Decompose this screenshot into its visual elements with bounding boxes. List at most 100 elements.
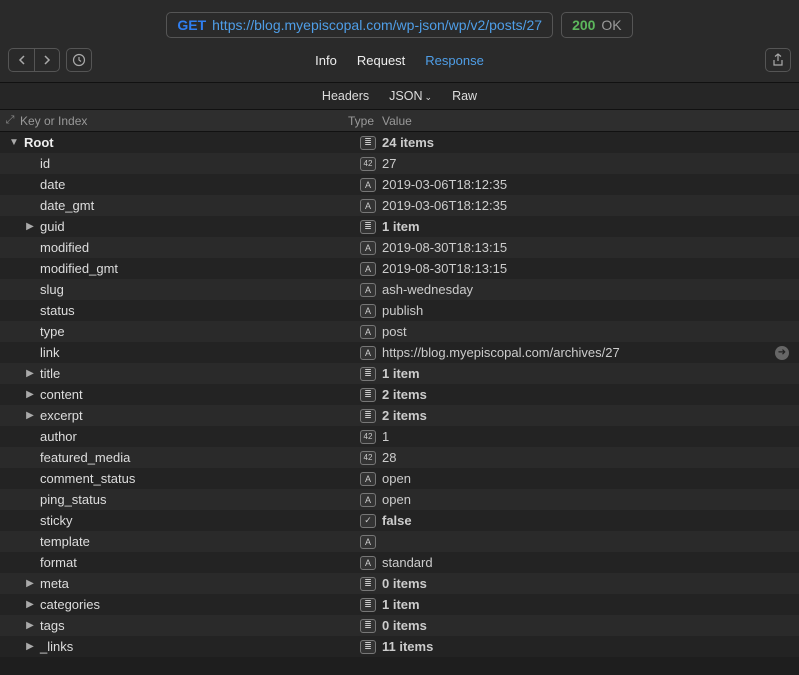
tree-row[interactable]: ▶_links≣11 items <box>0 636 799 657</box>
tree-row[interactable]: typeApost <box>0 321 799 342</box>
tree-row[interactable]: comment_status Aopen <box>0 468 799 489</box>
disclosure-icon[interactable]: ▶ <box>24 641 36 652</box>
disclosure-icon[interactable]: ▶ <box>24 620 36 631</box>
key-label: status <box>40 303 75 318</box>
col-type-label: Type <box>348 114 378 128</box>
tree-row[interactable]: modified_gmtA2019-08-30T18:13:15 <box>0 258 799 279</box>
value-label: 28 <box>378 450 799 465</box>
type-badge: A <box>360 493 376 507</box>
value-label: 0 items <box>378 576 799 591</box>
tree-row[interactable]: ping_statusAopen <box>0 489 799 510</box>
tree-row[interactable]: ▶tags≣0 items <box>0 615 799 636</box>
tree-row[interactable]: ▶excerpt≣2 items <box>0 405 799 426</box>
filter-icon[interactable]: ⤢ <box>0 114 20 127</box>
value-label: 2019-08-30T18:13:15 <box>378 261 799 276</box>
forward-button[interactable] <box>34 48 60 72</box>
key-label: date <box>40 177 65 192</box>
type-badge: A <box>360 472 376 486</box>
type-badge: A <box>360 346 376 360</box>
type-badge: A <box>360 556 376 570</box>
tree-row[interactable]: author421 <box>0 426 799 447</box>
value-label: 1 item <box>378 366 799 381</box>
type-badge: A <box>360 283 376 297</box>
tree-row[interactable]: dateA2019-03-06T18:12:35 <box>0 174 799 195</box>
tree-row[interactable]: status Apublish <box>0 300 799 321</box>
value-label: open <box>378 492 799 507</box>
key-label: categories <box>40 597 100 612</box>
disclosure-icon[interactable]: ▶ <box>24 578 36 589</box>
subtab-headers[interactable]: Headers <box>322 89 369 103</box>
value-label: https://blog.myepiscopal.com/archives/27… <box>378 345 799 360</box>
key-label: id <box>40 156 50 171</box>
type-badge: A <box>360 199 376 213</box>
type-badge: 42 <box>360 451 376 465</box>
key-label: type <box>40 324 65 339</box>
value-label: 1 item <box>378 597 799 612</box>
disclosure-icon[interactable]: ▶ <box>24 599 36 610</box>
value-label: 2 items <box>378 408 799 423</box>
open-link-icon[interactable]: ➜ <box>775 346 789 360</box>
tree-row[interactable]: ▶content≣2 items <box>0 384 799 405</box>
subtab-raw[interactable]: Raw <box>452 89 477 103</box>
key-label: author <box>40 429 77 444</box>
tree-row[interactable]: ▼Root≣24 items <box>0 132 799 153</box>
tree-row[interactable]: templateA <box>0 531 799 552</box>
type-badge: A <box>360 262 376 276</box>
history-button[interactable] <box>66 48 92 72</box>
disclosure-icon[interactable]: ▶ <box>24 389 36 400</box>
type-badge: ≣ <box>360 388 376 402</box>
key-label: Root <box>24 135 54 150</box>
tree-row[interactable]: ▶ guid ≣1 item <box>0 216 799 237</box>
tree-row[interactable]: id 4227 <box>0 153 799 174</box>
key-label: modified <box>40 240 89 255</box>
type-badge: A <box>360 304 376 318</box>
key-label: slug <box>40 282 64 297</box>
tree-row[interactable]: date_gmtA2019-03-06T18:12:35 <box>0 195 799 216</box>
col-key-label: Key or Index <box>20 114 87 128</box>
share-button[interactable] <box>765 48 791 72</box>
type-badge: ≣ <box>360 367 376 381</box>
disclosure-icon[interactable]: ▶ <box>24 410 36 421</box>
table-header: ⤢ Key or Index Type Value <box>0 110 799 132</box>
value-label: post <box>378 324 799 339</box>
type-badge: A <box>360 535 376 549</box>
tree-row[interactable]: ▶meta≣0 items <box>0 573 799 594</box>
value-label: 1 item <box>378 219 799 234</box>
key-label: title <box>40 366 60 381</box>
key-label: comment_status <box>40 471 135 486</box>
key-label: excerpt <box>40 408 83 423</box>
key-label: meta <box>40 576 69 591</box>
subtab-json[interactable]: JSON⌄ <box>389 89 432 103</box>
key-label: guid <box>40 219 65 234</box>
tab-request[interactable]: Request <box>357 53 405 68</box>
tree-row[interactable]: sticky✓false <box>0 510 799 531</box>
request-pill[interactable]: GET https://blog.myepiscopal.com/wp-json… <box>166 12 553 38</box>
back-button[interactable] <box>8 48 34 72</box>
tab-response[interactable]: Response <box>425 53 484 68</box>
value-label: open <box>378 471 799 486</box>
value-label: ash-wednesday <box>378 282 799 297</box>
disclosure-icon[interactable]: ▶ <box>24 368 36 379</box>
tree-row[interactable]: slug Aash-wednesday <box>0 279 799 300</box>
status-pill[interactable]: 200 OK <box>561 12 633 38</box>
type-badge: ≣ <box>360 220 376 234</box>
tree-row[interactable]: formatAstandard <box>0 552 799 573</box>
tab-info[interactable]: Info <box>315 53 337 68</box>
value-label: publish <box>378 303 799 318</box>
value-label: 2019-03-06T18:12:35 <box>378 198 799 213</box>
tree-row[interactable]: ▶categories≣1 item <box>0 594 799 615</box>
value-label: 24 items <box>378 135 799 150</box>
tree-row[interactable]: linkAhttps://blog.myepiscopal.com/archiv… <box>0 342 799 363</box>
value-label: 2019-03-06T18:12:35 <box>378 177 799 192</box>
value-label: 27 <box>378 156 799 171</box>
tree-row[interactable]: modifiedA2019-08-30T18:13:15 <box>0 237 799 258</box>
tree-row[interactable]: ▶ title ≣1 item <box>0 363 799 384</box>
request-url: https://blog.myepiscopal.com/wp-json/wp/… <box>212 17 542 33</box>
type-badge: 42 <box>360 157 376 171</box>
disclosure-icon[interactable]: ▼ <box>8 137 20 148</box>
disclosure-icon[interactable]: ▶ <box>24 221 36 232</box>
type-badge: 42 <box>360 430 376 444</box>
value-label: standard <box>378 555 799 570</box>
tree-row[interactable]: featured_media 4228 <box>0 447 799 468</box>
key-label: featured_media <box>40 450 130 465</box>
